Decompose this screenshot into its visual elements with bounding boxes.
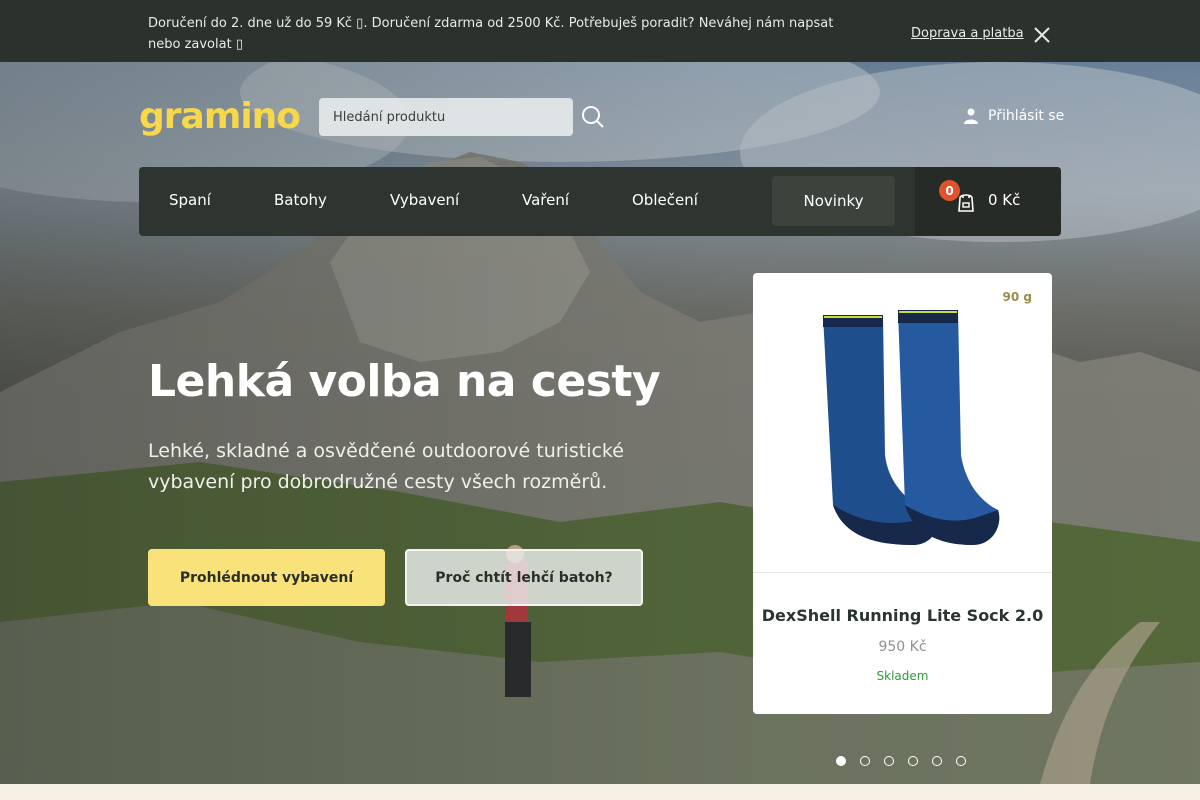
gramino-logo[interactable]: gramino [139,96,301,137]
product-price: 950 Kč [878,639,927,655]
nav-item-obleceni[interactable]: Oblečení [632,191,698,209]
nav-item-vareni[interactable]: Vaření [522,191,569,209]
carousel-dot[interactable] [860,756,870,766]
main-navigation: Spaní Batohy Vybavení Vaření Oblečení No… [139,167,1061,236]
nav-item-vybaveni[interactable]: Vybavení [390,191,459,209]
card-divider [753,572,1052,573]
login-label: Přihlásit se [988,108,1065,124]
carousel-dot[interactable] [908,756,918,766]
backpack-icon [958,194,974,212]
why-lighter-backpack-button[interactable]: Proč chtít lehčí batoh? [405,549,643,606]
page-bottom-strip [0,784,1200,800]
announcement-bar: Doručení do 2. dne už do 59 Kč ▯. Doruče… [0,0,1200,62]
search-input[interactable] [319,98,573,136]
cart-total: 0 Kč [988,191,1021,209]
cart-button[interactable]: 0 0 Kč [915,167,1061,236]
product-stock-status: Skladem [876,669,929,683]
carousel-pagination [836,756,966,766]
user-icon [964,108,978,124]
shipping-payment-link[interactable]: Doprava a platba [911,26,1024,41]
login-button[interactable]: Přihlásit se [964,108,1064,124]
hero-headline: Lehká volba na cesty [148,356,661,407]
product-name[interactable]: DexShell Running Lite Sock 2.0 [753,606,1052,625]
nav-item-spani[interactable]: Spaní [169,191,211,209]
search-icon[interactable] [580,104,606,130]
carousel-dot[interactable] [836,756,846,766]
announcement-text: Doručení do 2. dne už do 59 Kč ▯. Doruče… [148,16,834,52]
product-weight: 90 g [1002,290,1032,304]
browse-gear-button[interactable]: Prohlédnout vybavení [148,549,385,606]
hero-subtitle: Lehké, skladné a osvědčené outdoorové tu… [148,440,624,493]
carousel-dot[interactable] [884,756,894,766]
carousel-dot[interactable] [956,756,966,766]
close-icon[interactable] [1032,25,1052,45]
nav-item-batohy[interactable]: Batohy [274,191,327,209]
carousel-dot[interactable] [932,756,942,766]
product-card[interactable]: 90 g DexShell Running Lite Sock 2.0 950 … [753,273,1052,714]
sock-product-image [823,310,1000,545]
nav-item-novinky[interactable]: Novinky [772,176,895,226]
